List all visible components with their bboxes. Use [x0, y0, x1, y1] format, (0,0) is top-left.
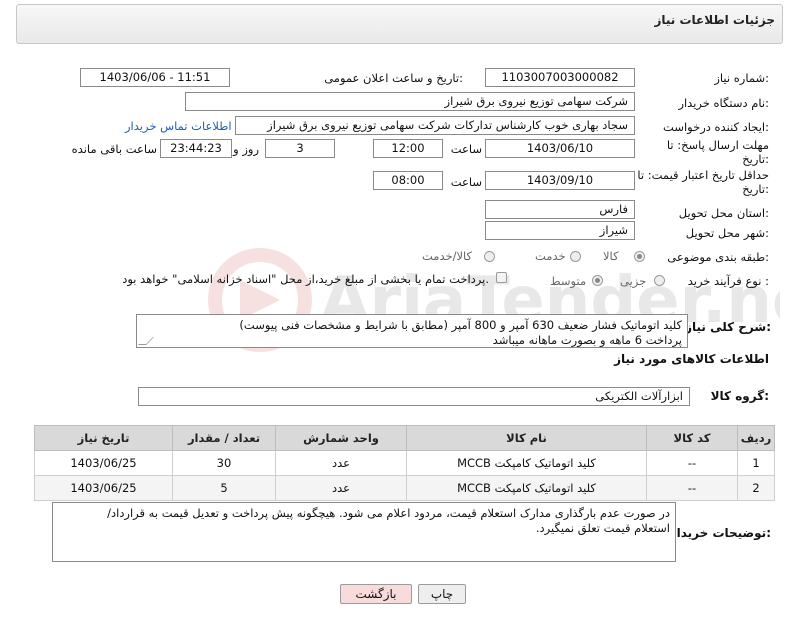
province-label: استان محل تحویل: [678, 206, 769, 220]
buyer-notes-line-1: در صورت عدم بارگذاری مدارک استعلام قیمت،… [107, 506, 670, 520]
deadline-date-field[interactable]: 1403/06/10 [485, 139, 635, 158]
description-textarea[interactable]: کلید اتوماتیک فشار ضعیف 630 آمپر و 800 آ… [136, 314, 688, 348]
description-line-2: پرداخت 6 ماهه و بصورت ماهانه میباشد [492, 333, 682, 347]
category-radio-service[interactable] [570, 251, 581, 262]
cell-item-code: -- [646, 450, 738, 476]
announce-label: تاریخ و ساعت اعلان عمومی: [324, 71, 463, 85]
cell-item-name: کلید اتوماتیک کامپکت MCCB [406, 450, 647, 476]
buyer-notes-textarea[interactable]: در صورت عدم بارگذاری مدارک استعلام قیمت،… [52, 502, 676, 562]
cell-unit: عدد [275, 450, 407, 476]
treasury-payment-checkbox[interactable] [496, 272, 507, 283]
col-item-code: کد کالا [646, 425, 738, 451]
process-option-medium: متوسط [550, 274, 587, 288]
validity-date-label: تاریخ: [742, 182, 769, 196]
col-item-name: نام کالا [406, 425, 647, 451]
col-need-date: تاریخ نیاز [34, 425, 173, 451]
validity-label: حداقل تاریخ اعتبار قیمت: تا [637, 168, 769, 182]
deadline-time-label: ساعت [450, 142, 482, 156]
goods-group-label: گروه کالا: [710, 389, 769, 403]
panel-title: جزئیات اطلاعات نیاز [654, 13, 775, 27]
table-row[interactable]: 1 -- کلید اتوماتیک کامپکت MCCB عدد 30 14… [34, 450, 775, 476]
table-row[interactable]: 2 -- کلید اتوماتیک کامپکت MCCB عدد 5 140… [34, 475, 775, 501]
days-remaining-field[interactable]: 3 [265, 139, 335, 158]
treasury-payment-note: پرداخت تمام یا بخشی از مبلغ خرید،از محل … [122, 272, 489, 286]
process-radio-medium[interactable] [592, 275, 603, 286]
need-number-field[interactable]: 1103007003000082 [485, 68, 635, 87]
cell-item-name: کلید اتوماتیک کامپکت MCCB [406, 475, 647, 501]
validity-time-field[interactable]: 08:00 [373, 171, 443, 190]
category-radio-goods-service[interactable] [484, 251, 495, 262]
col-row-number: ردیف [737, 425, 775, 451]
table-header-row: ردیف کد کالا نام کالا واحد شمارش تعداد /… [34, 425, 775, 451]
cell-row-number: 2 [737, 475, 775, 501]
announce-field[interactable]: 1403/06/06 - 11:51 [80, 68, 230, 87]
buyer-field[interactable]: شرکت سهامی توزیع نیروی برق شیراز [185, 92, 635, 111]
category-option-service: خدمت [535, 249, 566, 263]
goods-table: ردیف کد کالا نام کالا واحد شمارش تعداد /… [34, 425, 775, 501]
cell-quantity: 30 [172, 450, 276, 476]
deadline-time-field[interactable]: 12:00 [373, 139, 443, 158]
buyer-notes-label: توضیحات خریدار: [669, 526, 771, 540]
description-label: شرح کلی نیاز: [685, 320, 771, 334]
goods-group-field[interactable]: ابزارآلات الکتریکی [138, 387, 690, 406]
creator-field[interactable]: سجاد بهاری خوب کارشناس تدارکات شرکت سهام… [235, 116, 635, 135]
validity-time-label: ساعت [450, 175, 482, 189]
cell-quantity: 5 [172, 475, 276, 501]
category-option-goods: کالا [603, 249, 619, 263]
print-button[interactable]: چاپ [418, 584, 466, 604]
description-line-1: کلید اتوماتیک فشار ضعیف 630 آمپر و 800 آ… [239, 318, 682, 332]
buyer-notes-line-2: استعلام قیمت تعلق نمیگیرد. [535, 521, 670, 535]
days-label: روز و [233, 142, 259, 156]
process-radio-minor[interactable] [654, 275, 665, 286]
back-button[interactable]: بازگشت [340, 584, 412, 604]
creator-label: ایجاد کننده درخواست: [663, 120, 769, 134]
cell-unit: عدد [275, 475, 407, 501]
validity-date-field[interactable]: 1403/09/10 [485, 171, 635, 190]
process-option-minor: جزیی [620, 274, 647, 288]
city-label: شهر محل تحویل: [685, 226, 769, 240]
deadline-label: مهلت ارسال پاسخ: تا [666, 138, 769, 152]
category-label: طبقه بندی موضوعی: [667, 250, 769, 264]
province-field[interactable]: فارس [485, 200, 635, 219]
deadline-date-label: تاریخ: [742, 152, 769, 166]
buyer-label: نام دستگاه خریدار: [678, 96, 769, 110]
contact-buyer-link[interactable]: اطلاعات تماس خریدار [125, 119, 232, 133]
category-option-goods-service: کالا/خدمت [422, 249, 473, 263]
cell-need-date: 1403/06/25 [34, 450, 173, 476]
countdown-field[interactable]: 23:44:23 [160, 139, 232, 158]
col-quantity: تعداد / مقدار [172, 425, 276, 451]
city-field[interactable]: شیراز [485, 221, 635, 240]
process-label: نوع فرآیند خرید : [687, 274, 769, 288]
remaining-label: ساعت باقی مانده [71, 142, 157, 156]
category-radio-goods[interactable] [634, 251, 645, 262]
need-number-label: شماره نیاز: [714, 71, 769, 85]
col-unit: واحد شمارش [275, 425, 407, 451]
goods-section-title: اطلاعات کالاهای مورد نیاز [614, 352, 769, 366]
cell-item-code: -- [646, 475, 738, 501]
cell-row-number: 1 [737, 450, 775, 476]
cell-need-date: 1403/06/25 [34, 475, 173, 501]
